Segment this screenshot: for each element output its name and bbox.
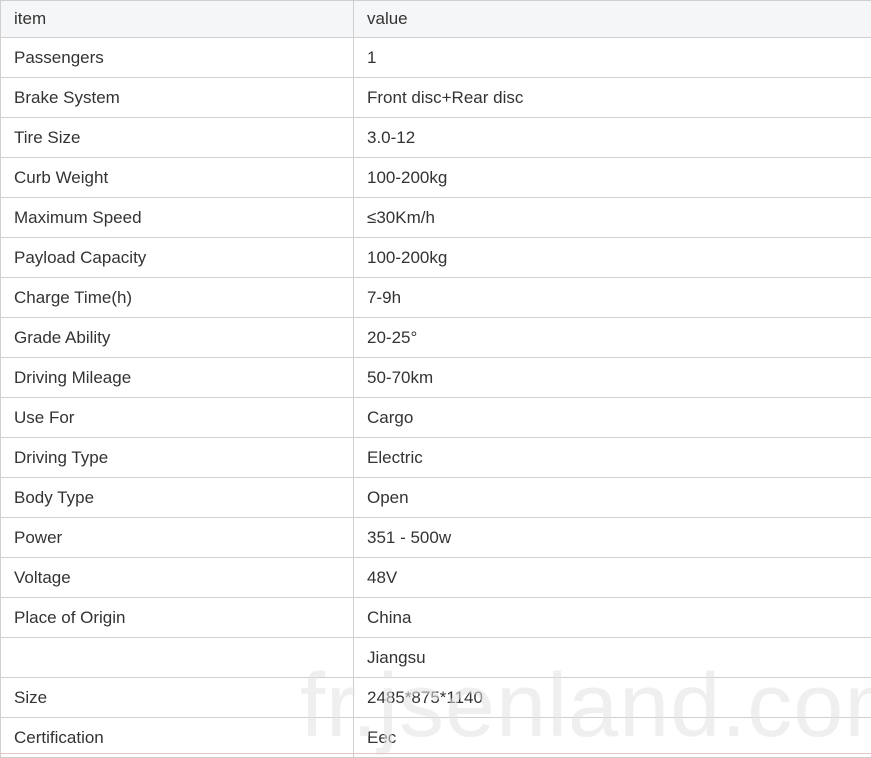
table-row: Passengers1 bbox=[1, 38, 871, 78]
row-value: Electric bbox=[354, 438, 871, 478]
table-row: Brake SystemFront disc+Rear disc bbox=[1, 78, 871, 118]
row-item: Power bbox=[1, 518, 354, 558]
row-value: 20-25° bbox=[354, 318, 871, 358]
row-value: 100-200kg bbox=[354, 238, 871, 278]
table-row: Tire Size3.0-12 bbox=[1, 118, 871, 158]
header-item: item bbox=[1, 1, 354, 38]
table-row: CertificationEec bbox=[1, 718, 871, 758]
table-row: Maximum Speed≤30Km/h bbox=[1, 198, 871, 238]
header-value: value bbox=[354, 1, 871, 38]
row-item: Passengers bbox=[1, 38, 354, 78]
row-value: 100-200kg bbox=[354, 158, 871, 198]
row-value: ≤30Km/h bbox=[354, 198, 871, 238]
spec-table: item value Passengers1Brake SystemFront … bbox=[0, 0, 871, 758]
row-item: Grade Ability bbox=[1, 318, 354, 358]
table-row: Charge Time(h)7-9h bbox=[1, 278, 871, 318]
row-item: Voltage bbox=[1, 558, 354, 598]
row-value: China bbox=[354, 598, 871, 638]
row-item: Brake System bbox=[1, 78, 354, 118]
table-row: Use ForCargo bbox=[1, 398, 871, 438]
row-value: 1 bbox=[354, 38, 871, 78]
table-row: Voltage48V bbox=[1, 558, 871, 598]
row-item: Place of Origin bbox=[1, 598, 354, 638]
row-item: Driving Type bbox=[1, 438, 354, 478]
table-row: Jiangsu bbox=[1, 638, 871, 678]
row-value: Eec bbox=[354, 718, 871, 758]
table-row: Power351 - 500w bbox=[1, 518, 871, 558]
row-value: Front disc+Rear disc bbox=[354, 78, 871, 118]
row-item: Certification bbox=[1, 718, 354, 758]
table-row: Driving Mileage50-70km bbox=[1, 358, 871, 398]
row-item: Tire Size bbox=[1, 118, 354, 158]
row-item: Size bbox=[1, 678, 354, 718]
table-row: Size2485*875*1140 bbox=[1, 678, 871, 718]
row-item: Curb Weight bbox=[1, 158, 354, 198]
row-item: Payload Capacity bbox=[1, 238, 354, 278]
row-value: 48V bbox=[354, 558, 871, 598]
row-value: 2485*875*1140 bbox=[354, 678, 871, 718]
table-row: Place of OriginChina bbox=[1, 598, 871, 638]
row-value: 351 - 500w bbox=[354, 518, 871, 558]
table-row: Driving TypeElectric bbox=[1, 438, 871, 478]
row-value: Cargo bbox=[354, 398, 871, 438]
row-item bbox=[1, 638, 354, 678]
table-row: Curb Weight100-200kg bbox=[1, 158, 871, 198]
row-item: Charge Time(h) bbox=[1, 278, 354, 318]
table-row: Grade Ability20-25° bbox=[1, 318, 871, 358]
row-item: Driving Mileage bbox=[1, 358, 354, 398]
table-row: Payload Capacity100-200kg bbox=[1, 238, 871, 278]
row-item: Use For bbox=[1, 398, 354, 438]
table-header-row: item value bbox=[1, 1, 871, 38]
row-value: 3.0-12 bbox=[354, 118, 871, 158]
row-item: Body Type bbox=[1, 478, 354, 518]
row-item: Maximum Speed bbox=[1, 198, 354, 238]
table-row: Body TypeOpen bbox=[1, 478, 871, 518]
row-value: Open bbox=[354, 478, 871, 518]
row-value: 50-70km bbox=[354, 358, 871, 398]
row-value: Jiangsu bbox=[354, 638, 871, 678]
row-value: 7-9h bbox=[354, 278, 871, 318]
